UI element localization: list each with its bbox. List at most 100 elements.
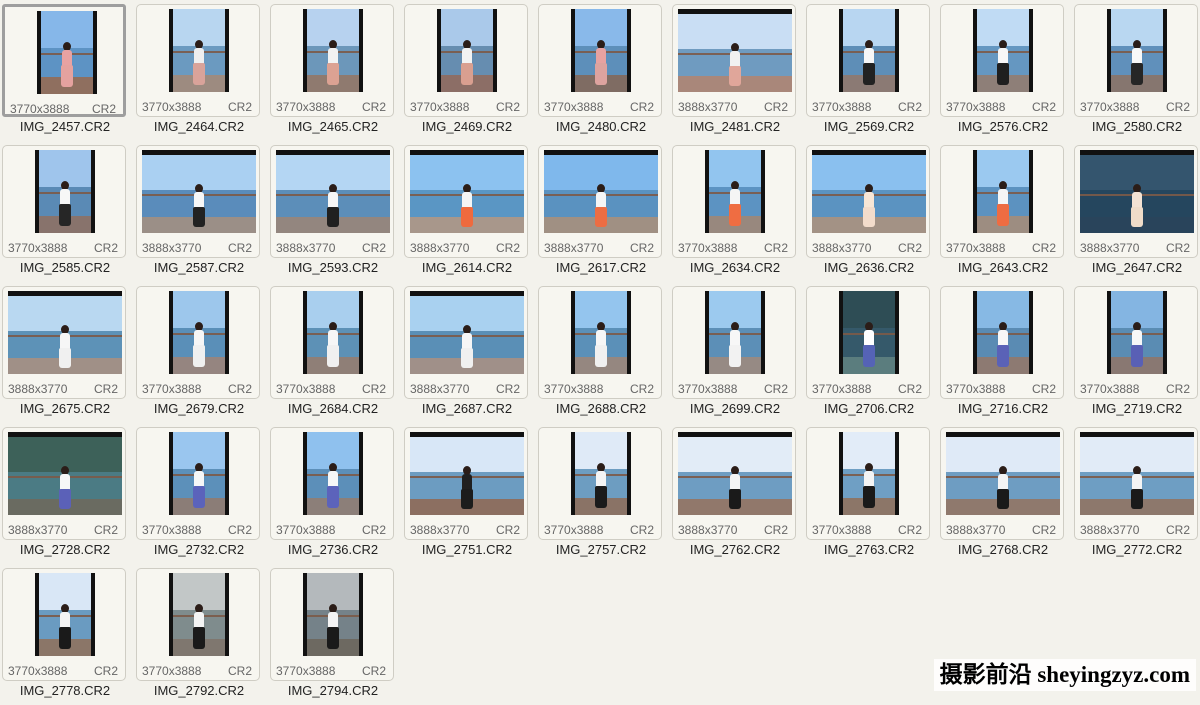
thumbnail-card[interactable]: 3888x3770 CR2 [1074,427,1198,540]
file-name-label[interactable]: IMG_2580.CR2 [1072,118,1200,136]
file-thumbnail-tile[interactable]: 3770x3888 CR2 IMG_2585.CR2 [0,141,134,282]
file-name-label[interactable]: IMG_2736.CR2 [268,541,398,559]
file-name-label[interactable]: IMG_2617.CR2 [536,259,666,277]
file-thumbnail-tile[interactable]: 3770x3888 CR2 IMG_2580.CR2 [1072,0,1200,141]
file-name-label[interactable]: IMG_2768.CR2 [938,541,1068,559]
file-name-label[interactable]: IMG_2763.CR2 [804,541,934,559]
file-thumbnail-tile[interactable]: 3888x3770 CR2 IMG_2772.CR2 [1072,423,1200,564]
file-name-label[interactable]: IMG_2457.CR2 [0,118,130,136]
file-thumbnail-tile[interactable]: 3888x3770 CR2 IMG_2675.CR2 [0,282,134,423]
thumbnail-card[interactable]: 3770x3888 CR2 [136,286,260,399]
thumbnail-card[interactable]: 3888x3770 CR2 [538,145,662,258]
file-thumbnail-tile[interactable]: 3888x3770 CR2 IMG_2687.CR2 [402,282,536,423]
thumbnail-card[interactable]: 3770x3888 CR2 [2,4,126,117]
file-thumbnail-tile[interactable]: 3770x3888 CR2 IMG_2792.CR2 [134,564,268,705]
thumbnail-card[interactable]: 3770x3888 CR2 [940,145,1064,258]
file-name-label[interactable]: IMG_2778.CR2 [0,682,130,700]
thumbnail-card[interactable]: 3770x3888 CR2 [806,427,930,540]
file-name-label[interactable]: IMG_2751.CR2 [402,541,532,559]
thumbnail-card[interactable]: 3888x3770 CR2 [136,145,260,258]
file-name-label[interactable]: IMG_2587.CR2 [134,259,264,277]
file-name-label[interactable]: IMG_2569.CR2 [804,118,934,136]
thumbnail-card[interactable]: 3770x3888 CR2 [672,286,796,399]
file-name-label[interactable]: IMG_2480.CR2 [536,118,666,136]
file-name-label[interactable]: IMG_2792.CR2 [134,682,264,700]
thumbnail-card[interactable]: 3770x3888 CR2 [806,286,930,399]
file-name-label[interactable]: IMG_2675.CR2 [0,400,130,418]
file-name-label[interactable]: IMG_2719.CR2 [1072,400,1200,418]
file-thumbnail-tile[interactable]: 3888x3770 CR2 IMG_2647.CR2 [1072,141,1200,282]
thumbnail-card[interactable]: 3770x3888 CR2 [270,4,394,117]
file-name-label[interactable]: IMG_2464.CR2 [134,118,264,136]
thumbnail-card[interactable]: 3770x3888 CR2 [806,4,930,117]
file-thumbnail-tile[interactable]: 3888x3770 CR2 IMG_2636.CR2 [804,141,938,282]
file-thumbnail-tile[interactable]: 3770x3888 CR2 IMG_2732.CR2 [134,423,268,564]
thumbnail-card[interactable]: 3770x3888 CR2 [2,145,126,258]
file-thumbnail-tile[interactable]: 3770x3888 CR2 IMG_2688.CR2 [536,282,670,423]
file-name-label[interactable]: IMG_2684.CR2 [268,400,398,418]
thumbnail-card[interactable]: 3888x3770 CR2 [2,286,126,399]
file-thumbnail-tile[interactable]: 3888x3770 CR2 IMG_2728.CR2 [0,423,134,564]
thumbnail-card[interactable]: 3770x3888 CR2 [672,145,796,258]
file-thumbnail-tile[interactable]: 3770x3888 CR2 IMG_2736.CR2 [268,423,402,564]
file-name-label[interactable]: IMG_2699.CR2 [670,400,800,418]
thumbnail-card[interactable]: 3770x3888 CR2 [270,427,394,540]
file-name-label[interactable]: IMG_2687.CR2 [402,400,532,418]
thumbnail-card[interactable]: 3770x3888 CR2 [940,286,1064,399]
thumbnail-card[interactable]: 3770x3888 CR2 [940,4,1064,117]
thumbnail-card[interactable]: 3888x3770 CR2 [1074,145,1198,258]
thumbnail-card[interactable]: 3770x3888 CR2 [270,568,394,681]
file-thumbnail-tile[interactable]: 3770x3888 CR2 IMG_2778.CR2 [0,564,134,705]
file-thumbnail-tile[interactable]: 3770x3888 CR2 IMG_2457.CR2 [0,0,134,141]
file-name-label[interactable]: IMG_2465.CR2 [268,118,398,136]
thumbnail-card[interactable]: 3888x3770 CR2 [806,145,930,258]
thumbnail-card[interactable]: 3770x3888 CR2 [538,4,662,117]
thumbnail-card[interactable]: 3770x3888 CR2 [136,568,260,681]
file-name-label[interactable]: IMG_2614.CR2 [402,259,532,277]
file-name-label[interactable]: IMG_2643.CR2 [938,259,1068,277]
file-thumbnail-tile[interactable]: 3770x3888 CR2 IMG_2643.CR2 [938,141,1072,282]
file-name-label[interactable]: IMG_2679.CR2 [134,400,264,418]
thumbnail-card[interactable]: 3770x3888 CR2 [1074,4,1198,117]
file-name-label[interactable]: IMG_2728.CR2 [0,541,130,559]
file-name-label[interactable]: IMG_2593.CR2 [268,259,398,277]
file-thumbnail-tile[interactable]: 3888x3770 CR2 IMG_2614.CR2 [402,141,536,282]
file-thumbnail-tile[interactable]: 3770x3888 CR2 IMG_2569.CR2 [804,0,938,141]
file-thumbnail-tile[interactable]: 3770x3888 CR2 IMG_2634.CR2 [670,141,804,282]
file-name-label[interactable]: IMG_2688.CR2 [536,400,666,418]
thumbnail-card[interactable]: 3888x3770 CR2 [672,427,796,540]
file-thumbnail-tile[interactable]: 3770x3888 CR2 IMG_2576.CR2 [938,0,1072,141]
thumbnail-card[interactable]: 3770x3888 CR2 [136,427,260,540]
file-thumbnail-tile[interactable]: 3770x3888 CR2 IMG_2679.CR2 [134,282,268,423]
file-thumbnail-tile[interactable]: 3888x3770 CR2 IMG_2617.CR2 [536,141,670,282]
file-name-label[interactable]: IMG_2757.CR2 [536,541,666,559]
file-thumbnail-tile[interactable]: 3888x3770 CR2 IMG_2593.CR2 [268,141,402,282]
file-name-label[interactable]: IMG_2636.CR2 [804,259,934,277]
file-thumbnail-tile[interactable]: 3770x3888 CR2 IMG_2794.CR2 [268,564,402,705]
file-thumbnail-tile[interactable]: 3888x3770 CR2 IMG_2768.CR2 [938,423,1072,564]
thumbnail-card[interactable]: 3770x3888 CR2 [404,4,528,117]
file-name-label[interactable]: IMG_2647.CR2 [1072,259,1200,277]
file-thumbnail-tile[interactable]: 3770x3888 CR2 IMG_2716.CR2 [938,282,1072,423]
file-name-label[interactable]: IMG_2732.CR2 [134,541,264,559]
file-thumbnail-tile[interactable]: 3770x3888 CR2 IMG_2469.CR2 [402,0,536,141]
thumbnail-card[interactable]: 3770x3888 CR2 [270,286,394,399]
file-name-label[interactable]: IMG_2576.CR2 [938,118,1068,136]
file-name-label[interactable]: IMG_2481.CR2 [670,118,800,136]
file-thumbnail-tile[interactable]: 3888x3770 CR2 IMG_2751.CR2 [402,423,536,564]
thumbnail-card[interactable]: 3770x3888 CR2 [2,568,126,681]
thumbnail-card[interactable]: 3770x3888 CR2 [538,427,662,540]
file-thumbnail-tile[interactable]: 3770x3888 CR2 IMG_2706.CR2 [804,282,938,423]
file-name-label[interactable]: IMG_2772.CR2 [1072,541,1200,559]
file-thumbnail-tile[interactable]: 3888x3770 CR2 IMG_2481.CR2 [670,0,804,141]
thumbnail-card[interactable]: 3770x3888 CR2 [538,286,662,399]
file-thumbnail-tile[interactable]: 3770x3888 CR2 IMG_2699.CR2 [670,282,804,423]
file-name-label[interactable]: IMG_2716.CR2 [938,400,1068,418]
thumbnail-card[interactable]: 3888x3770 CR2 [940,427,1064,540]
thumbnail-card[interactable]: 3888x3770 CR2 [404,145,528,258]
file-name-label[interactable]: IMG_2469.CR2 [402,118,532,136]
thumbnail-card[interactable]: 3888x3770 CR2 [672,4,796,117]
file-name-label[interactable]: IMG_2762.CR2 [670,541,800,559]
file-thumbnail-tile[interactable]: 3888x3770 CR2 IMG_2587.CR2 [134,141,268,282]
thumbnail-card[interactable]: 3770x3888 CR2 [136,4,260,117]
